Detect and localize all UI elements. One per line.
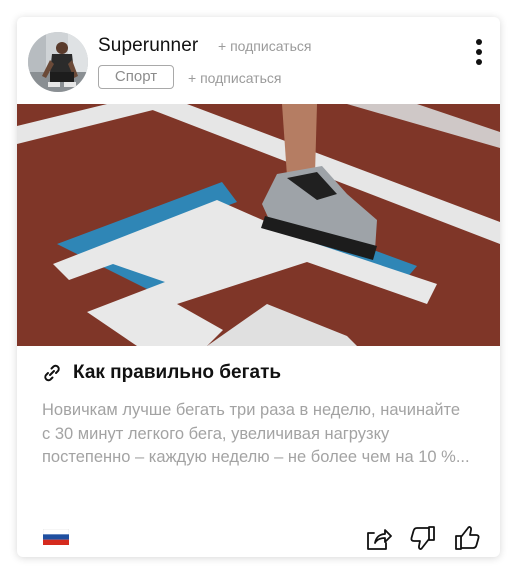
post-image[interactable] xyxy=(17,104,500,346)
author-name[interactable]: Superunner xyxy=(98,35,198,57)
category-tag[interactable]: Спорт xyxy=(98,65,174,89)
post-card: Superunner + подписаться Спорт + подписа… xyxy=(17,17,500,557)
russia-flag-icon xyxy=(42,528,70,546)
subscribe-author-button[interactable]: + подписаться xyxy=(218,38,311,54)
link-icon xyxy=(41,362,63,384)
thumbs-down-icon[interactable] xyxy=(409,524,437,552)
share-icon[interactable] xyxy=(364,524,392,552)
thumbs-up-icon[interactable] xyxy=(453,524,481,552)
post-excerpt: Новичкам лучше бегать три раза в неделю,… xyxy=(42,401,470,466)
post-header: Superunner + подписаться Спорт + подписа… xyxy=(17,17,500,104)
more-vertical-icon[interactable] xyxy=(473,39,485,65)
post-title[interactable]: Как правильно бегать xyxy=(73,362,281,384)
subscribe-category-button[interactable]: + подписаться xyxy=(188,70,281,86)
author-avatar[interactable] xyxy=(28,32,88,92)
